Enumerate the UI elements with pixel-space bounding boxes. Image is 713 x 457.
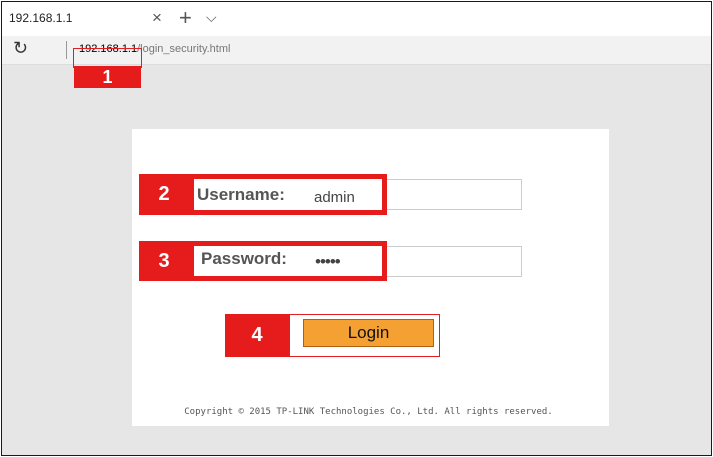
reload-icon[interactable]: ↻ — [13, 38, 28, 59]
step-badge-2: 2 — [139, 174, 189, 215]
new-tab-icon[interactable]: + — [179, 5, 192, 31]
password-label: Password: — [201, 249, 287, 268]
step-badge-3: 3 — [139, 241, 189, 281]
divider — [66, 41, 67, 59]
url-path: /login_security.html — [137, 43, 231, 55]
login-button[interactable]: Login — [303, 319, 434, 347]
username-label: Username: — [197, 185, 285, 204]
close-icon[interactable]: × — [152, 8, 162, 28]
browser-tab[interactable]: 192.168.1.1 — [2, 2, 152, 36]
step-badge-4: 4 — [225, 314, 289, 357]
step-badge-1: 1 — [74, 66, 141, 88]
password-value: ••••• — [315, 252, 341, 271]
tab-title: 192.168.1.1 — [9, 11, 73, 25]
tab-bar: 192.168.1.1 × + ⌵ — [2, 2, 711, 36]
copyright-text: Copyright © 2015 TP-LINK Technologies Co… — [184, 407, 553, 417]
chevron-down-icon[interactable]: ⌵ — [206, 9, 217, 26]
annotation-highlight-url — [73, 48, 142, 68]
username-value: admin — [314, 189, 355, 206]
